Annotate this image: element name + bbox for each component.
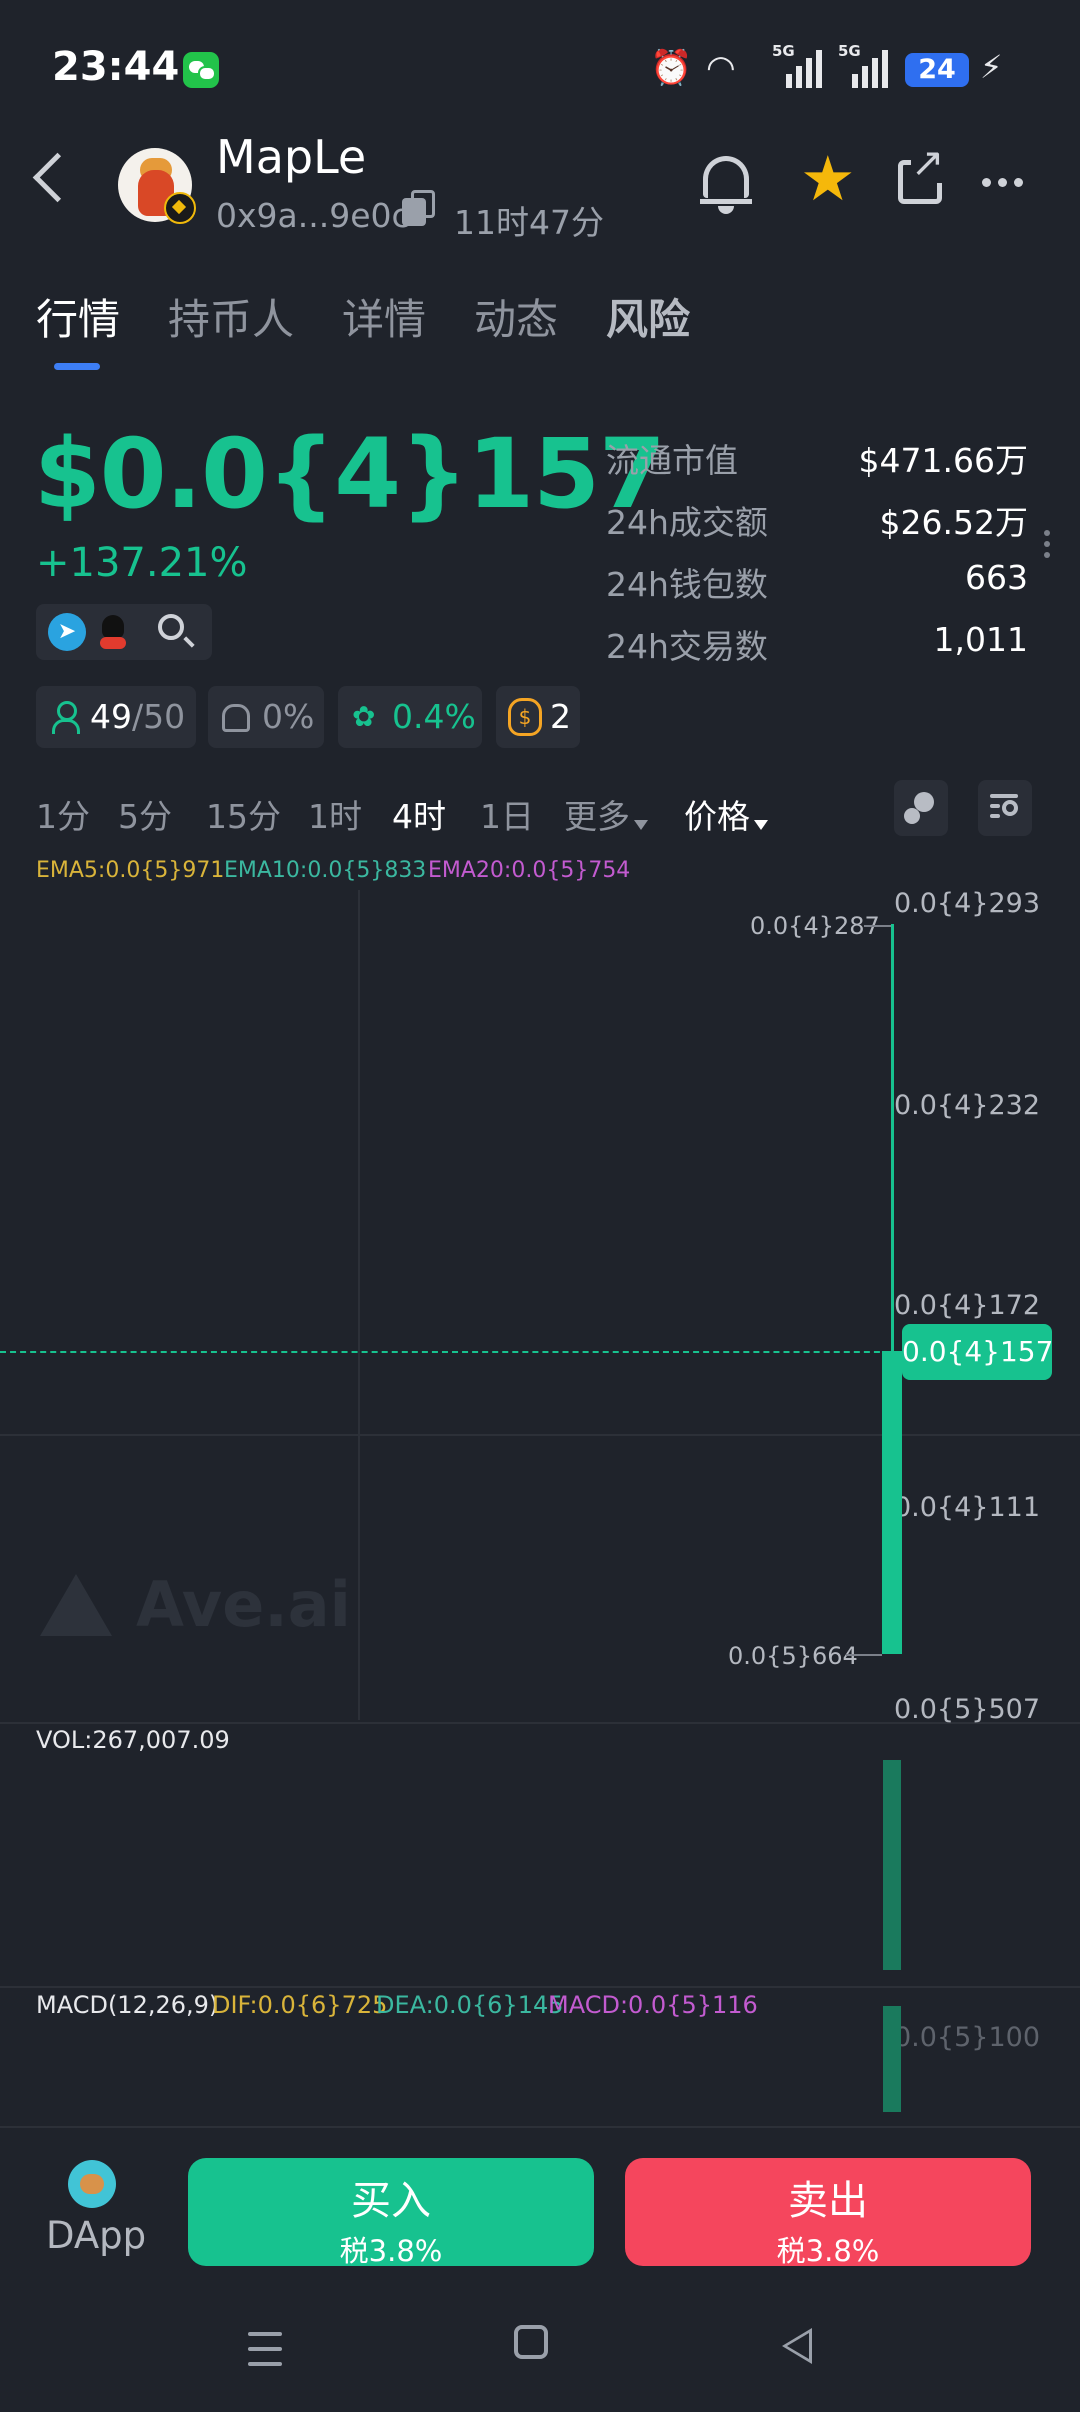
timeframe-1m[interactable]: 1分 [36, 790, 90, 838]
telegram-icon[interactable]: ➤ [48, 613, 86, 651]
sell-tax: 税3.8% [776, 2234, 880, 2268]
tab-details[interactable]: 详情 [342, 286, 426, 347]
candle-body[interactable] [882, 1351, 902, 1654]
holders-total: /50 [132, 697, 186, 736]
dev-holding-badge[interactable]: 0% [208, 686, 324, 748]
current-price-tag: 0.0{4}157 [902, 1324, 1053, 1380]
nav-home-icon[interactable] [514, 2325, 548, 2359]
tab-market[interactable]: 行情 [36, 286, 120, 347]
y-axis-label: 0.0{4}111 [893, 1492, 1040, 1523]
back-icon[interactable] [32, 152, 83, 203]
token-name: MapLe [216, 130, 367, 184]
token-address: 0x9a...9e0c [216, 196, 410, 235]
current-price: $0.0{4}157 [34, 418, 666, 530]
price-mode-dropdown[interactable]: 价格 [684, 790, 768, 838]
current-price-line [0, 1351, 900, 1353]
sniper-badge[interactable]: $ 2 [496, 686, 580, 748]
nav-menu-icon[interactable] [248, 2332, 282, 2377]
sniper-count: 2 [550, 697, 571, 736]
ave-logo-watermark [34, 1572, 114, 1642]
price-change: +137.21% [36, 540, 248, 586]
tab-holders[interactable]: 持币人 [168, 286, 294, 347]
bnb-chain-icon [164, 192, 196, 224]
chart-divider [0, 1986, 1080, 1988]
stat-label-volume: 24h成交额 [606, 503, 768, 542]
wifi-icon: ◠ [706, 48, 736, 88]
buy-label: 买入 [351, 2178, 431, 2224]
holders-badge[interactable]: 49/50 [36, 686, 196, 748]
grid-line-vertical [358, 890, 360, 1720]
timeframe-more[interactable]: 更多 [564, 790, 648, 838]
low-price-annotation: 0.0{5}664 [728, 1642, 858, 1670]
stat-label-trades: 24h交易数 [606, 627, 768, 666]
search-icon[interactable] [158, 614, 184, 640]
macd-label: MACD(12,26,9) [36, 1991, 219, 2019]
stat-value-wallets: 663 [965, 558, 1028, 597]
chart-settings-icon[interactable] [978, 780, 1032, 836]
wechat-notification-icon [183, 52, 219, 88]
candle-wick [891, 924, 894, 1354]
timeframe-5m[interactable]: 5分 [118, 790, 172, 838]
qq-icon[interactable] [98, 613, 128, 651]
stat-value-volume: $26.52万 [879, 503, 1028, 542]
high-price-leader [864, 925, 892, 927]
dapp-label[interactable]: DApp [46, 2214, 146, 2257]
timeframe-15m[interactable]: 15分 [206, 790, 281, 838]
timeframe-4h[interactable]: 4时 [392, 790, 446, 838]
timeframe-1h[interactable]: 1时 [308, 790, 362, 838]
volume-label: VOL:267,007.09 [36, 1726, 230, 1754]
sell-button[interactable]: 卖出 税3.8% [625, 2158, 1031, 2268]
bundle-icon: ✿ [352, 700, 376, 733]
buy-button[interactable]: 买入 税3.8% [188, 2158, 594, 2268]
y-axis-label: 0.0{4}172 [893, 1290, 1040, 1321]
macd-axis-label: 0.0{5}100 [893, 2022, 1040, 2053]
token-age: 11时47分 [454, 203, 604, 242]
timeframe-1d[interactable]: 1日 [480, 790, 534, 838]
bell-clapper [718, 206, 734, 214]
status-time: 23:44 [52, 44, 180, 90]
bell-icon[interactable] [700, 156, 752, 204]
holders-count: 49 [90, 697, 132, 736]
y-axis-label: 0.0{5}507 [893, 1694, 1040, 1725]
watermark-text: Ave.ai [136, 1568, 351, 1641]
signal-icon-2: 5G [838, 42, 888, 88]
macd-value-label: MACD:0.0{5}116 [548, 1991, 758, 2019]
pancakeswap-icon[interactable] [68, 2160, 116, 2208]
macd-bar [883, 2006, 901, 2112]
high-price-annotation: 0.0{4}287 [750, 912, 880, 940]
nav-back-icon[interactable] [782, 2328, 812, 2364]
buy-tax: 税3.8% [339, 2234, 443, 2268]
bundle-badge[interactable]: ✿ 0.4% [338, 686, 482, 748]
macd-dif-label: DIF:0.0{6}725 [212, 1991, 388, 2019]
indicator-toggle-icon[interactable] [894, 780, 948, 836]
volume-bar [883, 1760, 901, 1970]
chef-hat-icon [222, 704, 250, 732]
grid-line [0, 1434, 1080, 1436]
macd-dea-label: DEA:0.0{6}145 [376, 1991, 564, 2019]
money-bag-icon: $ [508, 698, 542, 736]
signal-icon-1: 5G [772, 42, 822, 88]
stat-value-market-cap: $471.66万 [858, 441, 1028, 480]
copy-icon[interactable] [402, 190, 435, 226]
dev-holding-value: 0% [262, 697, 315, 736]
favorite-star-icon[interactable]: ★ [800, 148, 856, 210]
y-axis-label: 0.0{4}293 [893, 888, 1040, 919]
charging-icon: ⚡ [980, 48, 1003, 86]
stat-label-market-cap: 流通市值 [606, 441, 738, 480]
low-price-leader [846, 1654, 882, 1656]
holders-icon [50, 701, 80, 734]
stat-value-trades: 1,011 [933, 620, 1028, 659]
active-tab-indicator [54, 363, 100, 370]
bundle-value: 0.4% [392, 697, 476, 736]
y-axis-label: 0.0{4}232 [893, 1090, 1040, 1121]
alarm-icon: ⏰ [650, 48, 693, 88]
battery-indicator: 24 [905, 53, 969, 87]
more-options-icon[interactable] [982, 172, 1030, 191]
stat-label-wallets: 24h钱包数 [606, 565, 768, 604]
tab-activity[interactable]: 动态 [474, 286, 558, 347]
stats-more-icon[interactable] [1044, 530, 1050, 563]
sell-label: 卖出 [788, 2178, 868, 2224]
share-icon[interactable] [898, 143, 945, 204]
tab-risk[interactable]: 风险 [606, 286, 690, 347]
